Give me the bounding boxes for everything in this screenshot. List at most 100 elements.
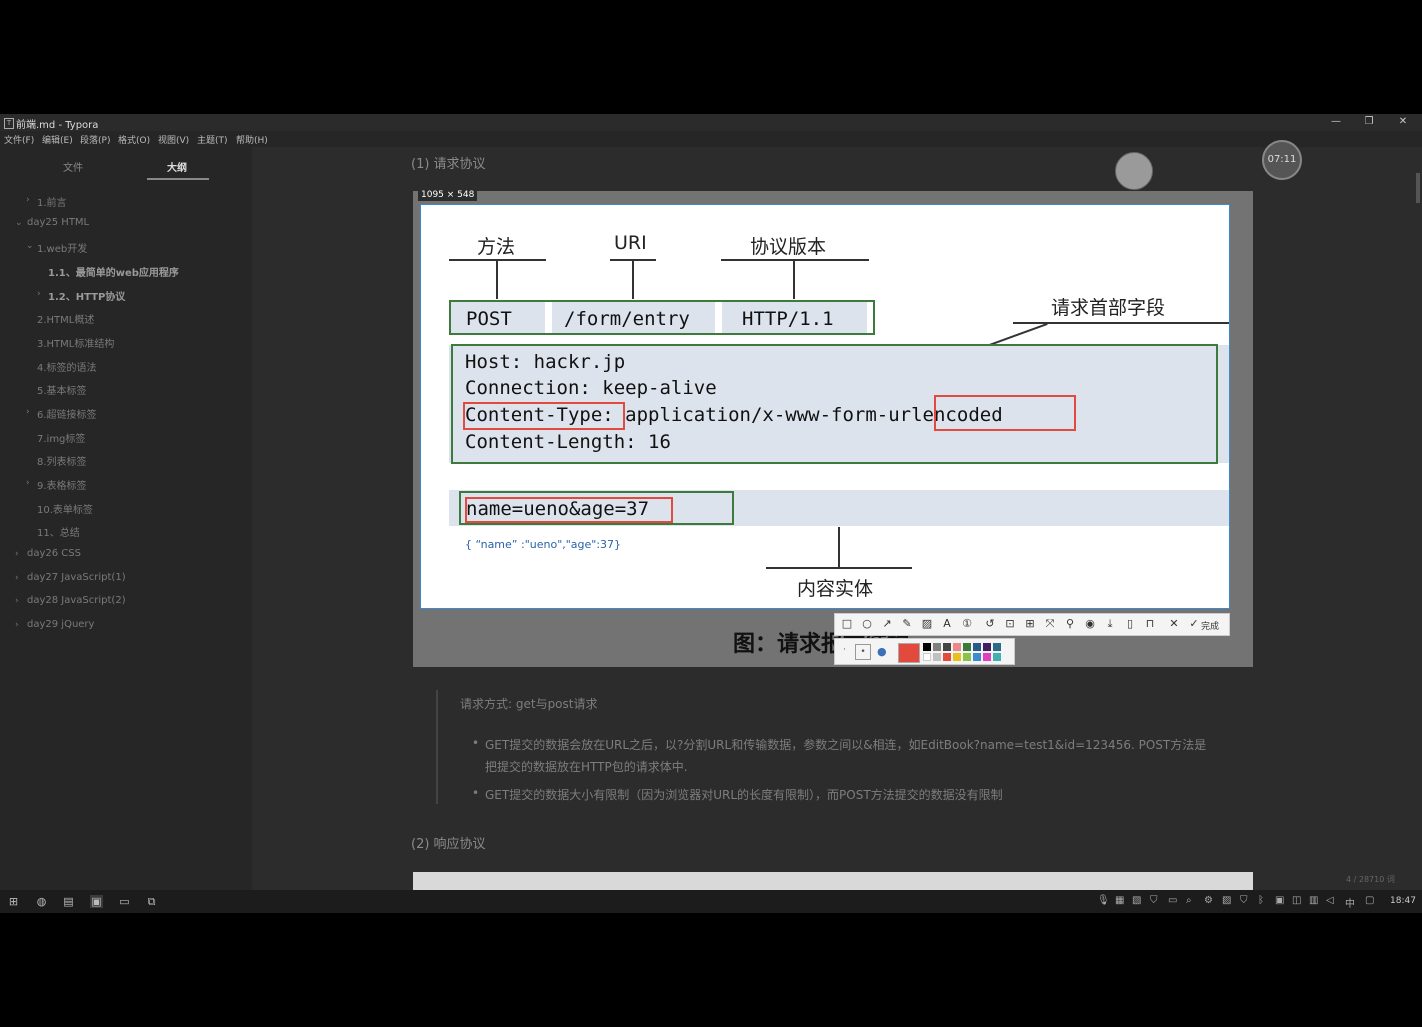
color-swatch[interactable] [953,643,961,651]
ime-indicator[interactable]: 中 [1345,895,1355,910]
size-medium-icon[interactable]: • [855,644,871,660]
outline-item[interactable]: 1.1、最简单的web应用程序 [48,264,179,279]
network-icon[interactable]: ▣ [1275,895,1284,906]
outline-item[interactable]: 5.基本标签 [37,382,87,397]
long-screenshot-icon[interactable]: ⤧ [1043,617,1057,631]
menu-format[interactable]: 格式(O) [118,133,150,146]
color-swatch[interactable] [953,653,961,661]
volume-icon[interactable]: ◁ [1326,895,1334,906]
outline-item[interactable]: day28 JavaScript(2) [27,595,126,606]
save-icon[interactable]: ▯ [1123,617,1137,631]
menu-edit[interactable]: 编辑(E) [42,133,73,146]
outline-item[interactable]: 9.表格标签 [37,477,87,492]
outline-item[interactable]: day27 JavaScript(1) [27,572,126,583]
chevron-down-icon[interactable]: ⌄ [26,241,34,251]
menu-help[interactable]: 帮助(H) [236,133,268,146]
outline-item[interactable]: 8.列表标签 [37,453,87,468]
current-color-swatch[interactable] [898,643,920,663]
size-small-icon[interactable]: · [843,645,846,655]
display-icon[interactable]: ▭ [1168,895,1177,906]
outline-item[interactable]: 6.超链接标签 [37,406,97,421]
color-swatch[interactable] [943,643,951,651]
size-large-icon[interactable]: ● [877,645,887,658]
ellipse-tool-icon[interactable]: ○ [860,617,874,631]
outline-item[interactable]: 1.前言 [37,194,67,209]
chevron-right-icon[interactable]: › [26,195,30,205]
pen-tool-icon[interactable]: ✎ [900,617,914,631]
bookmark-icon[interactable]: ⊓ [1143,617,1157,631]
menu-file[interactable]: 文件(F) [4,133,34,146]
search-icon[interactable]: ⌕ [1186,895,1192,906]
text-tool-icon[interactable]: A [940,617,954,631]
color-swatch[interactable] [993,653,1001,661]
color-swatch[interactable] [983,643,991,651]
heading-request-protocol[interactable]: (1) 请求协议 [411,153,486,172]
tray-icon[interactable]: ▥ [1309,895,1318,906]
chevron-right-icon[interactable]: › [26,478,30,488]
outline-item-active[interactable]: 1.2、HTTP协议 [48,288,125,303]
cancel-icon[interactable]: ✕ [1167,617,1181,631]
color-swatch[interactable] [963,643,971,651]
outline-item[interactable]: 3.HTML标准结构 [37,335,114,350]
color-swatch[interactable] [933,643,941,651]
outline-item[interactable]: day26 CSS [27,548,81,559]
chevron-right-icon[interactable]: › [26,407,30,417]
window-icon[interactable]: ⧉ [145,895,158,908]
bullet-text[interactable]: GET提交的数据大小有限制（因为浏览器对URL的长度有限制），而POST方法提交… [485,786,1003,803]
terminal-icon[interactable]: ▭ [118,895,131,908]
arrow-tool-icon[interactable]: ↗ [880,617,894,631]
menu-theme[interactable]: 主题(T) [197,133,228,146]
typora-task-icon[interactable]: ▣ [90,895,103,908]
done-button[interactable]: 完成 [1201,619,1219,632]
scrollbar-thumb[interactable] [1416,173,1420,203]
heading-response-protocol[interactable]: (2) 响应协议 [411,833,486,852]
notification-icon[interactable]: ▢ [1365,895,1374,906]
outline-item[interactable]: 4.标签的语法 [37,359,97,374]
restore-icon[interactable]: ❐ [1361,115,1377,129]
gear-icon[interactable]: ⚙ [1204,895,1213,906]
color-swatch[interactable] [973,653,981,661]
outline-item[interactable]: 1.web开发 [37,240,87,255]
record-icon[interactable]: ◉ [1083,617,1097,631]
color-swatch[interactable] [943,653,951,661]
pin-icon[interactable]: ⚲ [1063,617,1077,631]
color-swatch[interactable] [963,653,971,661]
outline-item[interactable]: 10.表单标签 [37,501,93,516]
undo-icon[interactable]: ↺ [983,617,997,631]
chevron-down-icon[interactable]: ⌄ [15,218,23,228]
tray-icon[interactable]: ▧ [1132,895,1141,906]
menu-paragraph[interactable]: 段落(P) [80,133,110,146]
clock[interactable]: 18:47 [1390,896,1416,906]
bullet-text[interactable]: GET提交的数据会放在URL之后，以?分割URL和传输数据，参数之间以&相连，如… [485,736,1206,753]
check-icon[interactable]: ✓ [1187,617,1201,631]
color-swatch[interactable] [923,643,931,651]
bluetooth-icon[interactable]: ᛒ [1258,895,1264,906]
browser-icon[interactable]: ◍ [35,895,48,908]
translate-icon[interactable]: ⊞ [1023,617,1037,631]
outline-item[interactable]: day29 jQuery [27,619,94,630]
outline-item[interactable]: day25 HTML [27,217,89,228]
mosaic-tool-icon[interactable]: ▨ [920,617,934,631]
chevron-right-icon[interactable]: › [15,549,19,559]
color-swatch[interactable] [973,643,981,651]
chevron-right-icon[interactable]: › [15,596,19,606]
outline-item[interactable]: 2.HTML概述 [37,311,94,326]
tray-icon[interactable]: ▨ [1222,895,1231,906]
tray-icon[interactable]: ◫ [1292,895,1301,906]
chevron-right-icon[interactable]: › [37,289,41,299]
close-icon[interactable]: ✕ [1395,115,1411,129]
bullet-text[interactable]: 把提交的数据放在HTTP包的请求体中. [485,758,688,775]
chevron-right-icon[interactable]: › [15,573,19,583]
ocr-icon[interactable]: ⊡ [1003,617,1017,631]
color-swatch[interactable] [933,653,941,661]
outline-item[interactable]: 11、总结 [37,524,80,539]
mic-icon[interactable]: 🎙 [1097,895,1110,906]
tab-files[interactable]: 文件 [63,159,83,174]
chevron-right-icon[interactable]: › [15,620,19,630]
menu-view[interactable]: 视图(V) [158,133,189,146]
quote-text[interactable]: 请求方式: get与post请求 [460,695,597,712]
color-swatch[interactable] [993,643,1001,651]
shield-icon[interactable]: ⛉ [1150,895,1158,906]
download-icon[interactable]: ⤓ [1103,617,1117,631]
tab-outline[interactable]: 大纲 [167,159,187,174]
